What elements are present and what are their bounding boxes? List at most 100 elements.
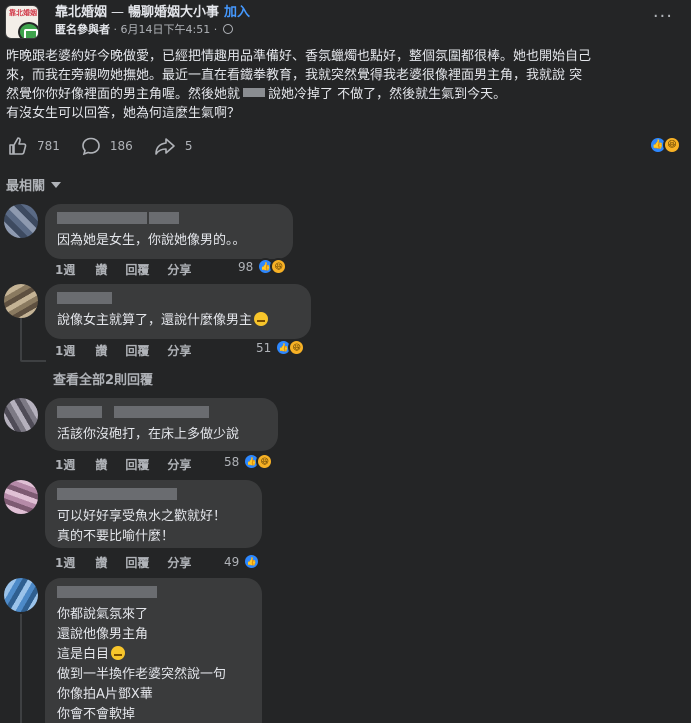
post-actions: 781 186 5	[8, 135, 213, 157]
share-count: 5	[184, 139, 193, 153]
comment-reply-button[interactable]: 回覆	[125, 263, 149, 277]
censored-word	[243, 88, 266, 97]
comment-like-button[interactable]: 讚	[95, 344, 107, 358]
comment-reactions[interactable]: 58 👍 😆	[224, 453, 274, 470]
more-options-button[interactable]: ···	[653, 6, 673, 27]
group-title: 靠北婚姻 — 暢聊婚姻大小事 加入	[55, 1, 250, 20]
thumbs-up-icon	[9, 137, 27, 155]
comment-like-button[interactable]: 讚	[95, 556, 107, 570]
thread-line	[20, 614, 22, 723]
comment-bubble: 因為她是女生，你說她像男的。。	[45, 204, 293, 259]
post-reactions[interactable]: 👍 😆	[649, 136, 681, 154]
comment-text: 因為她是女生，你說她像男的。。	[57, 233, 246, 248]
comment-reply-button[interactable]: 回覆	[125, 556, 149, 570]
comment-time[interactable]: 1週	[55, 263, 75, 277]
post-time[interactable]: 6月14日下午4:51	[121, 23, 211, 36]
comment-text-line: 這是白目	[57, 645, 250, 665]
post-line: 有沒女生可以回答，她為何這麼生氣啊？	[6, 106, 241, 121]
like-button[interactable]: 781	[8, 136, 60, 156]
group-name-link[interactable]: 靠北婚姻	[55, 5, 107, 20]
post-meta: 匿名參與者 · 6月14日下午4:51 ·	[55, 21, 233, 37]
comment-text: 你都說氣氛來了	[57, 607, 149, 622]
commenter-avatar[interactable]	[4, 480, 38, 514]
comment-bubble: 活該你沒砲打，在床上多做少說	[45, 398, 278, 451]
group-icon	[18, 22, 38, 38]
meta-dot-2: ·	[213, 23, 218, 36]
comment-button[interactable]: 186	[81, 136, 133, 156]
commenter-avatar[interactable]	[4, 398, 38, 432]
comment-share-button[interactable]: 分享	[167, 556, 191, 570]
comment-text: 還說他像男主角	[57, 627, 149, 642]
haha-reaction-icon: 😆	[256, 453, 274, 470]
comment-text: 可以好好享受魚水之歡就好！	[57, 509, 227, 524]
haha-reaction-icon: 😆	[288, 339, 306, 356]
sort-label: 最相關	[6, 179, 46, 194]
commenter-name-blurred[interactable]	[57, 406, 266, 420]
author-name[interactable]: 匿名參與者	[55, 23, 110, 36]
comment-time[interactable]: 1週	[55, 458, 75, 472]
eye-roll-emoji-icon	[111, 646, 126, 660]
comment-like-button[interactable]: 讚	[95, 458, 107, 472]
post-line: 昨晚跟老婆約好今晚做愛，已經把情趣用品準備好、香氛蠟燭也點好，整個氛圍都很棒。她…	[6, 49, 592, 64]
comment-reply-button[interactable]: 回覆	[125, 344, 149, 358]
post-body: 昨晚跟老婆約好今晚做愛，已經把情趣用品準備好、香氛蠟燭也點好，整個氛圍都很棒。她…	[6, 47, 686, 123]
group-avatar[interactable]: 靠北婚姻	[5, 5, 39, 39]
post-line-3: 然覺你你好像裡面的男主角喔。然後她就 說她冷掉了 不做了，然後就生氣到今天。	[6, 85, 686, 104]
like-reaction-icon: 👍	[243, 553, 261, 570]
comment-bubble: 說像女主就算了，還說什麼像男主	[45, 284, 311, 339]
commenter-avatar[interactable]	[4, 578, 38, 612]
post-line-part: 說她冷掉了 不做了，然後就生氣到今天。	[268, 87, 507, 102]
comment-meta: 1週 讚 回覆 分享	[55, 456, 209, 473]
thread-line	[20, 318, 22, 360]
commenter-avatar[interactable]	[4, 204, 38, 238]
share-button[interactable]: 5	[154, 136, 193, 156]
globe-icon	[222, 24, 233, 34]
commenter-avatar[interactable]	[4, 284, 38, 318]
commenter-name-blurred[interactable]	[57, 488, 250, 502]
view-all-replies-link[interactable]: 查看全部2則回覆	[53, 369, 153, 388]
share-icon	[155, 138, 175, 155]
comment-meta: 1週 讚 回覆 分享	[55, 261, 209, 278]
title-separator: —	[111, 5, 125, 20]
comment-time[interactable]: 1週	[55, 556, 75, 570]
comment-share-button[interactable]: 分享	[167, 458, 191, 472]
comment-sort-dropdown[interactable]: 最相關	[6, 175, 62, 194]
comment-reaction-count: 49	[224, 554, 240, 569]
group-avatar-text: 靠北婚姻	[9, 9, 37, 17]
comment-text-line: 說像女主就算了，還說什麼像男主	[57, 311, 299, 331]
comment-bubble: 你都說氣氛來了 還說他像男主角 這是白目 做到一半換作老婆突然說一句 你像拍A片…	[45, 578, 262, 723]
comment-reaction-count: 98	[238, 259, 254, 274]
post-line-part: 然覺你你好像裡面的男主角喔。然後她就	[6, 87, 241, 102]
post-header: 靠北婚姻 靠北婚姻 — 暢聊婚姻大小事 加入 匿名參與者 · 6月14日下午4:51 …	[0, 0, 691, 40]
comment-reactions[interactable]: 51 👍 😆	[256, 339, 306, 356]
commenter-name-blurred[interactable]	[57, 212, 281, 226]
thread-connector	[20, 360, 46, 362]
comment-meta: 1週 讚 回覆 分享	[55, 342, 209, 359]
comment-share-button[interactable]: 分享	[167, 344, 191, 358]
haha-reaction-icon: 😆	[663, 136, 681, 154]
comment-text: 你像拍A片鄧X華	[57, 687, 153, 702]
meta-dot: ·	[113, 23, 118, 36]
comment-time[interactable]: 1週	[55, 344, 75, 358]
post-line: 來，而我在旁親吻她撫她。最近一直在看鐵拳教育，我就突然覺得我老婆很像裡面男主角，…	[6, 68, 583, 83]
comment-reaction-count: 58	[224, 454, 240, 469]
comment-meta: 1週 讚 回覆 分享	[55, 554, 209, 571]
comment-text: 活該你沒砲打，在床上多做少說	[57, 427, 240, 442]
group-subtitle-link[interactable]: 暢聊婚姻大小事	[128, 5, 219, 20]
comment-text: 真的不要比喻什麼！	[57, 529, 175, 544]
comment-count: 186	[109, 139, 133, 153]
commenter-name-blurred[interactable]	[57, 292, 299, 306]
join-link[interactable]: 加入	[224, 5, 250, 20]
comment-text: 做到一半換作老婆突然說一句	[57, 667, 227, 682]
comment-like-button[interactable]: 讚	[95, 263, 107, 277]
commenter-name-blurred[interactable]	[57, 586, 250, 600]
comment-icon	[82, 137, 100, 156]
caret-down-icon	[51, 182, 62, 188]
comment-reply-button[interactable]: 回覆	[125, 458, 149, 472]
unamused-emoji-icon	[254, 312, 269, 326]
comment-bubble: 可以好好享受魚水之歡就好！ 真的不要比喻什麼！	[45, 480, 262, 548]
comment-share-button[interactable]: 分享	[167, 263, 191, 277]
comment-reactions[interactable]: 49 👍	[224, 553, 261, 570]
comment-reactions[interactable]: 98 👍 😆	[238, 258, 288, 275]
comment-reaction-count: 51	[256, 340, 272, 355]
